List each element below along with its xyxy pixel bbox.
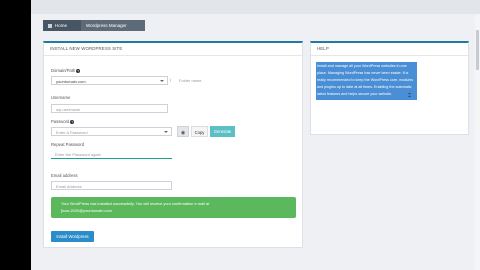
copy-button[interactable]: Copy xyxy=(191,126,208,137)
password-input[interactable]: Enter A Password xyxy=(51,127,172,136)
username-input[interactable]: wp-username xyxy=(51,104,168,113)
install-wordpress-button[interactable]: Install Wordpress xyxy=(51,231,94,242)
scrollbar-thumb[interactable] xyxy=(476,30,479,70)
alert-email: [how-2020@yourdomain.com xyxy=(61,208,112,213)
email-label: Email address xyxy=(51,173,78,178)
top-bar xyxy=(31,0,480,14)
path-separator: / xyxy=(170,78,172,83)
breadcrumb: Home Wordpress Manager xyxy=(43,20,145,31)
help-line: latest features and helps secure your we… xyxy=(317,92,393,96)
divider xyxy=(311,55,468,56)
text-cursor-icon: ⌶ xyxy=(408,93,412,99)
path-input[interactable]: Folder name xyxy=(175,76,227,85)
help-text-selection[interactable]: Install and manage all your WordPress we… xyxy=(316,62,417,100)
help-title: HELP xyxy=(317,46,329,51)
email-input[interactable]: Email Address xyxy=(51,181,172,190)
path-placeholder: Folder name xyxy=(179,78,202,83)
success-alert: Your WordPress has installed successfull… xyxy=(51,197,296,218)
panel-title: INSTALL NEW WORDPRESS SITE xyxy=(50,46,123,51)
divider xyxy=(44,55,302,56)
repeat-password-label: Repeat Password xyxy=(51,142,85,147)
password-label: Password? xyxy=(51,119,75,124)
breadcrumb-current-label: Wordpress Manager xyxy=(86,23,127,28)
chevron-down-icon xyxy=(164,131,168,133)
help-line: Install and manage all your WordPress we… xyxy=(317,64,407,68)
help-panel: HELP Install and manage all your WordPre… xyxy=(310,41,469,135)
domain-label: Domain/Path? xyxy=(51,68,81,73)
help-line: and plugins up to date at all times. Ena… xyxy=(317,85,412,89)
breadcrumb-home[interactable]: Home xyxy=(43,20,81,31)
username-label: Username xyxy=(51,95,71,100)
chevron-down-icon xyxy=(160,80,164,82)
password-placeholder: Enter A Password xyxy=(56,130,88,135)
show-password-button[interactable]: ◉ xyxy=(177,126,189,137)
alert-message: Your WordPress has installed successfull… xyxy=(61,201,210,206)
username-value: wp-username xyxy=(56,107,81,112)
eye-icon: ◉ xyxy=(180,130,186,136)
help-line: really recommended to keep the WordPress… xyxy=(317,78,414,82)
domain-label-text: Domain/Path xyxy=(51,68,76,73)
email-placeholder: Email Address xyxy=(56,184,82,189)
domain-select[interactable]: yourdomain.com xyxy=(51,76,168,85)
help-icon[interactable]: ? xyxy=(70,120,75,124)
repeat-password-placeholder: Enter the Password again xyxy=(55,152,101,157)
repeat-password-input[interactable]: Enter the Password again xyxy=(51,150,172,159)
home-icon xyxy=(48,23,52,28)
password-label-text: Password xyxy=(51,119,70,124)
breadcrumb-wordpress-manager[interactable]: Wordpress Manager xyxy=(81,20,145,31)
generate-button[interactable]: Generate xyxy=(210,126,235,137)
help-line: place. Managing WordPress has never been… xyxy=(317,71,409,75)
help-icon[interactable]: ? xyxy=(76,69,81,73)
breadcrumb-home-label: Home xyxy=(55,23,68,28)
app-screen: Home Wordpress Manager INSTALL NEW WORDP… xyxy=(31,0,480,270)
domain-select-value: yourdomain.com xyxy=(56,79,86,84)
install-panel: INSTALL NEW WORDPRESS SITE Domain/Path? … xyxy=(43,41,303,248)
